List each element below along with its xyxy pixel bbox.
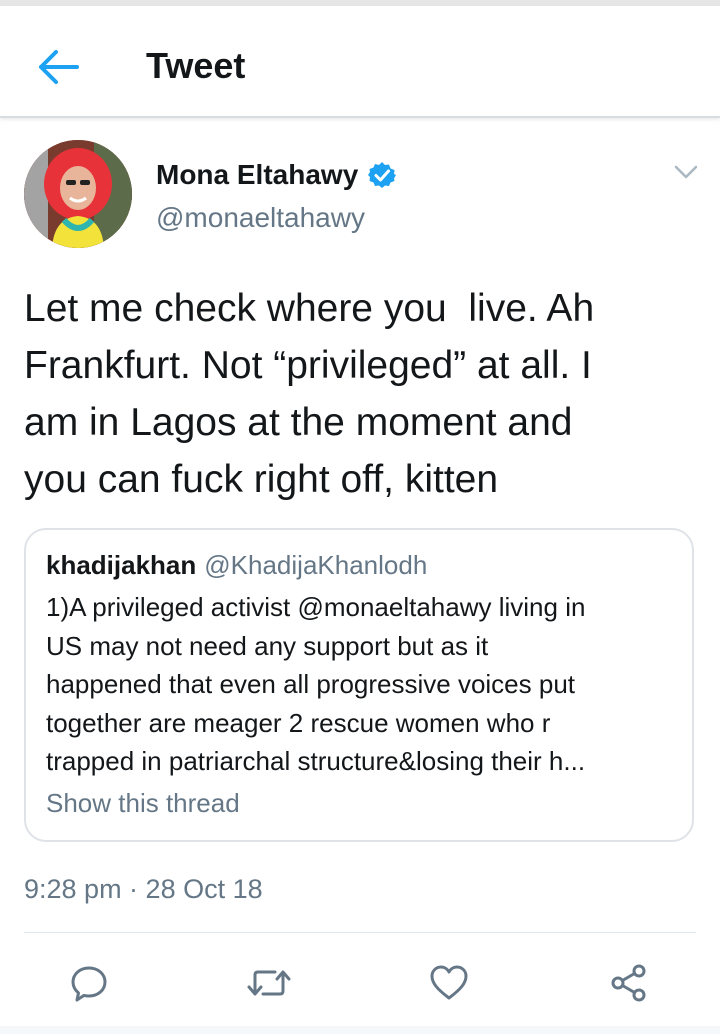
tweet-text: Let me check where you live. Ah Frankfur… [24, 287, 595, 501]
show-thread-link[interactable]: Show this thread [46, 786, 240, 820]
author-name: Mona Eltahawy [156, 159, 359, 190]
quoted-author-handle: @KhadijaKhanlodh [204, 550, 428, 580]
quoted-author-name: khadijakhan [46, 550, 197, 580]
divider [24, 932, 696, 933]
avatar-image [24, 140, 132, 248]
reply-button[interactable] [61, 955, 117, 1011]
retweet-button[interactable] [241, 955, 297, 1011]
app-header: Tweet [0, 6, 720, 118]
author-name-row[interactable]: Mona Eltahawy [156, 157, 397, 193]
chevron-down-icon [674, 165, 698, 179]
retweet-icon [247, 970, 291, 996]
avatar[interactable] [24, 140, 132, 248]
bottom-strip [0, 1026, 720, 1034]
share-icon [611, 964, 646, 1002]
quoted-tweet-text: 1)A privileged activist @monaeltahawy li… [46, 592, 586, 776]
author-handle[interactable]: @monaeltahawy [156, 200, 365, 236]
heart-icon [430, 965, 468, 1000]
share-button[interactable] [601, 955, 657, 1011]
action-bar [0, 955, 720, 1011]
arrow-left-icon [39, 50, 79, 84]
tweet-timestamp: 9:28 pm · 28 Oct 18 [24, 874, 263, 904]
tweet-menu-button[interactable] [672, 158, 700, 186]
verified-badge-icon [368, 161, 397, 189]
page-title: Tweet [146, 45, 246, 86]
like-button[interactable] [421, 955, 477, 1011]
quoted-tweet-header: khadijakhan @KhadijaKhanlodh [46, 548, 427, 582]
reply-icon [71, 966, 107, 1002]
quoted-tweet-card[interactable]: khadijakhan @KhadijaKhanlodh 1)A privileg… [24, 528, 694, 842]
back-button[interactable] [36, 44, 82, 90]
